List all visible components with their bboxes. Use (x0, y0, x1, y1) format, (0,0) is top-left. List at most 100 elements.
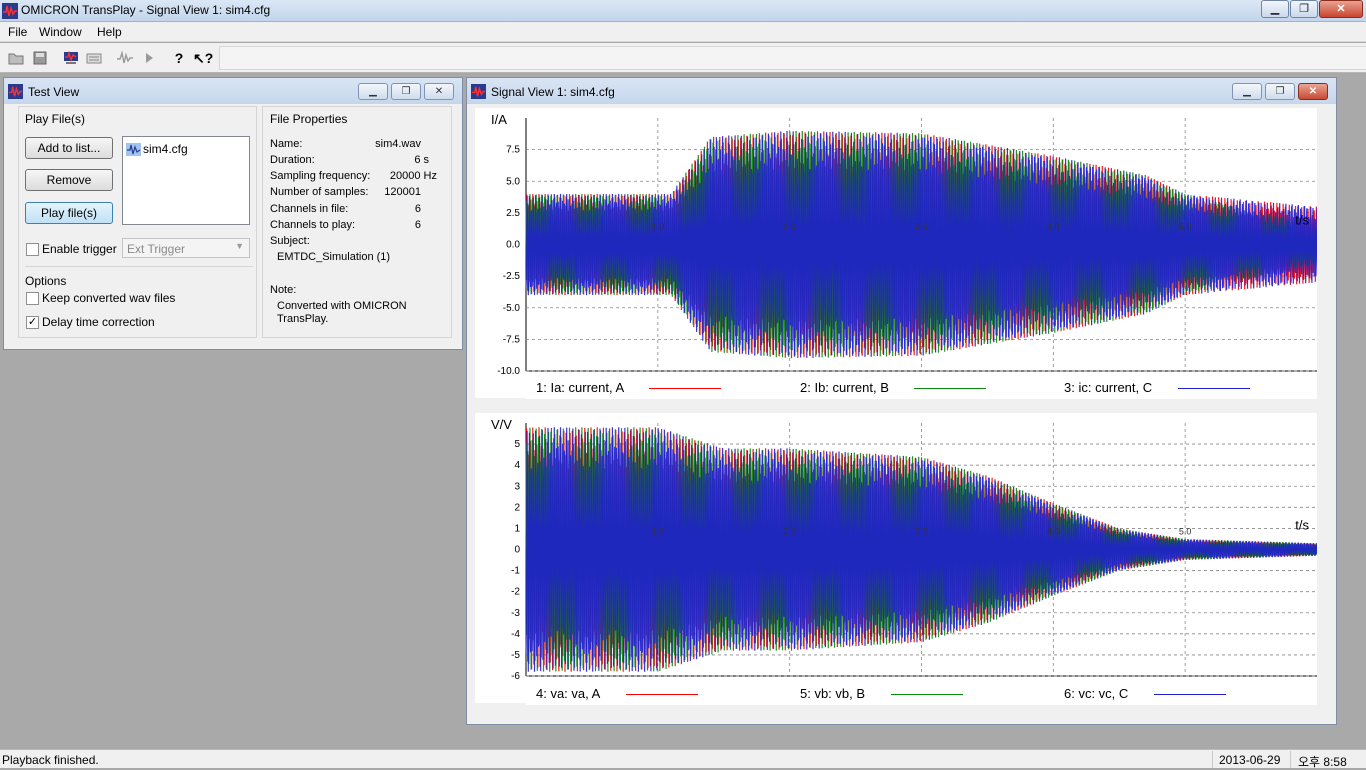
status-divider (1212, 751, 1213, 768)
restore-icon: ❐ (401, 86, 411, 97)
toolbar-spacer (219, 46, 1366, 70)
play-files-button[interactable]: Play file(s) (25, 202, 113, 224)
remove-button[interactable]: Remove (25, 169, 113, 191)
context-help-icon[interactable]: ↖? (193, 50, 213, 66)
x-tick-label: 3.0 (915, 527, 928, 537)
trigger-select[interactable]: Ext Trigger ▼ (122, 238, 250, 258)
list-item[interactable]: sim4.cfg (126, 142, 188, 156)
divider (25, 266, 253, 267)
file-list[interactable]: sim4.cfg (122, 136, 250, 225)
signal-view-restore-button[interactable]: ❐ (1265, 83, 1295, 100)
menu-window[interactable]: Window (39, 25, 82, 39)
save-icon[interactable] (31, 50, 49, 66)
test-view-title-bar[interactable]: Test View ▁ ❐ ✕ (4, 78, 462, 104)
app-title: OMICRON TransPlay - Signal View 1: sim4.… (21, 3, 271, 17)
signal-view-title-bar[interactable]: Signal View 1: sim4.cfg ▁ ❐ ✕ (467, 78, 1336, 104)
waveform-series (525, 130, 1317, 358)
x-tick-label: 1.0 (652, 222, 665, 232)
legend-ia-line (649, 388, 721, 389)
x-tick-label: 5.0 (1179, 222, 1192, 232)
prop-channels-in-label: Channels in file: (270, 203, 349, 215)
test-view-icon[interactable] (62, 50, 80, 66)
minimize-button[interactable]: ▁ (1261, 0, 1289, 18)
play-files-heading: Play File(s) (25, 112, 86, 126)
transplay-waveform-icon (8, 84, 23, 99)
current-legend: 1: Ia: current, A 2: Ib: current, B 3: i… (526, 373, 1317, 399)
delay-correction-checkbox[interactable]: ✓ (26, 316, 39, 329)
help-icon[interactable]: ? (170, 50, 188, 66)
y-tick-label: 3 (514, 481, 520, 492)
menu-bar: File Window Help (0, 22, 1366, 42)
status-time: 오후 8:58 (1298, 755, 1347, 769)
restore-icon: ❐ (1275, 86, 1285, 97)
x-tick-label: 2.0 (783, 222, 796, 232)
file-list-item-label: sim4.cfg (143, 142, 188, 156)
test-view-minimize-button[interactable]: ▁ (358, 83, 388, 100)
y-tick-label: -10.0 (497, 366, 520, 377)
menu-file[interactable]: File (8, 25, 27, 39)
minimize-icon: ▁ (1270, 2, 1280, 15)
chevron-down-icon: ▼ (235, 241, 244, 251)
play-files-group: Play File(s) Add to list... Remove Play … (18, 106, 257, 338)
restore-icon: ❐ (1299, 2, 1309, 15)
y-tick-label: 4 (514, 460, 520, 471)
play-icon[interactable] (140, 50, 158, 66)
test-view-title: Test View (28, 85, 80, 99)
enable-trigger-checkbox[interactable] (26, 243, 39, 256)
current-plot[interactable]: 7.5 5.0 2.5 0.0 -2.5 -5.0 -7.5 -10.0 1.0 2.0 3.0 4.… (475, 108, 1317, 398)
status-message: Playback finished. (2, 753, 99, 767)
signal-view-minimize-button[interactable]: ▁ (1232, 83, 1262, 100)
menu-help[interactable]: Help (97, 25, 122, 39)
current-plot-panel: 7.5 5.0 2.5 0.0 -2.5 -5.0 -7.5 -10.0 1.0 2.0 3.0 4.… (475, 108, 1317, 398)
toolbar: ? ↖? (0, 43, 1366, 73)
prop-subject-label: Subject: (270, 235, 310, 247)
open-icon[interactable] (8, 50, 26, 66)
status-bar: Playback finished. 2013-06-29 오후 8:58 (0, 749, 1366, 769)
trigger-select-value: Ext Trigger (127, 242, 186, 256)
legend-vb: 5: vb: vb, B (800, 686, 866, 701)
prop-note-line-2: TransPlay. (277, 313, 329, 325)
delay-correction-label: Delay time correction (42, 315, 155, 329)
add-to-list-button[interactable]: Add to list... (25, 137, 113, 159)
test-view-close-button[interactable]: ✕ (424, 83, 454, 100)
y-tick-label: -1 (511, 566, 520, 577)
voltage-plot[interactable]: 5 4 3 2 1 0 -1 -2 -3 -4 -5 -6 1.0 2.0 3.0 4.0 5.0 V/V t/s (475, 413, 1317, 703)
y-tick-label: -7.5 (503, 334, 521, 345)
y-tick-label: 2.5 (506, 208, 520, 219)
time-axis-label: t/s (1295, 518, 1309, 533)
status-divider (1290, 751, 1291, 768)
legend-va: 4: va: va, A (536, 686, 601, 701)
close-icon: ✕ (434, 86, 444, 97)
signal-view-close-button[interactable]: ✕ (1298, 83, 1328, 100)
test-view-restore-button[interactable]: ❐ (391, 83, 421, 100)
transplay-waveform-icon (2, 3, 18, 19)
prop-subject-value: EMTDC_Simulation (1) (277, 251, 391, 263)
prop-samples-label: Number of samples: (270, 186, 369, 198)
time-axis-label: t/s (1295, 213, 1309, 228)
y-tick-label: 0 (514, 545, 520, 556)
prop-channels-play-value: 6 (414, 219, 421, 231)
prop-name-value: sim4.wav (375, 138, 421, 150)
close-icon: ✕ (1308, 86, 1318, 97)
y-tick-label: -4 (511, 629, 520, 640)
legend-ia: 1: Ia: current, A (536, 380, 625, 395)
channel-list-icon[interactable] (85, 50, 103, 66)
x-tick-label: 1.0 (652, 527, 665, 537)
x-tick-label: 3.0 (915, 222, 928, 232)
legend-ib-line (914, 388, 986, 389)
signal-view-title: Signal View 1: sim4.cfg (491, 85, 615, 99)
close-button[interactable]: ✕ (1319, 0, 1363, 18)
x-tick-label: 5.0 (1179, 527, 1192, 537)
y-tick-label: 5.0 (506, 176, 520, 187)
app-title-bar[interactable]: OMICRON TransPlay - Signal View 1: sim4.… (0, 0, 1366, 22)
signal-view-icon[interactable] (116, 50, 134, 66)
y-tick-label: 1 (514, 523, 520, 534)
keep-converted-checkbox[interactable] (26, 292, 39, 305)
legend-vc: 6: vc: vc, C (1064, 686, 1129, 701)
y-tick-label: -6 (511, 671, 520, 682)
restore-button[interactable]: ❐ (1290, 0, 1318, 18)
prop-note-line-1: Converted with OMICRON (277, 300, 407, 312)
prop-channels-play-label: Channels to play: (270, 219, 355, 231)
test-view-controls: ▁ ❐ ✕ (358, 83, 454, 100)
y-tick-label: -2.5 (503, 271, 521, 282)
